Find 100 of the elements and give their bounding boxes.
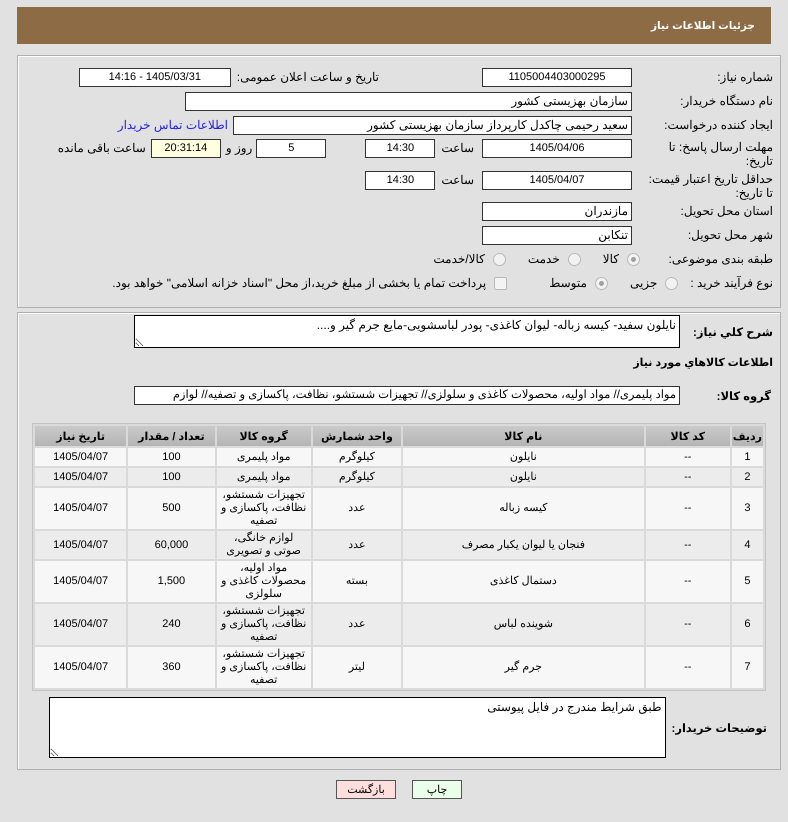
table-cell: 1405/04/07	[35, 488, 126, 529]
buyer-notes-field[interactable]: طبق شرایط مندرج در فایل پیوستی	[48, 697, 666, 758]
field-label: ساعت باقی مانده	[58, 140, 146, 157]
table-cell: --	[646, 531, 730, 559]
requester-field[interactable]: سعید رحیمی چاکدل کارپرداز سازمان بهزیستی کشور	[233, 116, 632, 134]
back-button[interactable]: بازگشت	[336, 780, 396, 799]
field-label: حداقل تاریخ اعتبار قیمت: تا تاریخ:	[648, 172, 773, 200]
table-cell: 240	[128, 604, 215, 645]
table-cell: فنجان یا لیوان یکبار مصرف	[403, 531, 644, 559]
table-cell: عدد	[312, 531, 402, 559]
table-cell: 500	[128, 488, 215, 529]
table-cell: کیلوگرم	[312, 448, 402, 466]
table-cell: تجهیزات شستشو، نظافت، پاکسازی و تصفیه	[216, 647, 311, 688]
table-cell: تجهیزات شستشو، نظافت، پاکسازی و تصفیه	[216, 488, 311, 529]
table-cell: کیسه زباله	[403, 488, 644, 529]
table-cell: 1,500	[128, 561, 215, 602]
announce-date-field[interactable]: 1405/03/31 - 14:16	[78, 68, 231, 86]
radio-button[interactable]	[665, 276, 678, 290]
field-label: مهلت ارسال پاسخ: تا تاریخ:	[668, 140, 773, 168]
table-cell: مواد پلیمری	[216, 448, 311, 466]
field-label: شهر محل تحویل:	[686, 228, 773, 242]
print-button[interactable]: چاپ	[412, 780, 462, 799]
table-cell: 1405/04/07	[35, 647, 126, 688]
table-cell: --	[646, 561, 730, 602]
city-field[interactable]: تنکابن	[482, 226, 632, 244]
field-label: استان محل تحویل:	[680, 204, 773, 218]
days-field[interactable]: 5	[256, 139, 326, 158]
table-cell: مواد پلیمری	[216, 468, 311, 486]
table-cell: 1405/04/07	[35, 531, 126, 559]
table-cell: عدد	[312, 488, 402, 529]
table-cell: 1405/04/07	[35, 468, 126, 486]
table-cell: 60,000	[128, 531, 215, 559]
radio-label: خدمت	[528, 252, 560, 266]
radio-button[interactable]	[627, 252, 640, 266]
column-header[interactable]: واحد شمارش	[312, 426, 402, 446]
field-label: ایجاد کننده درخواست:	[663, 118, 773, 132]
table-cell: 2	[732, 468, 763, 486]
time-field[interactable]: 14:30	[365, 171, 436, 190]
summary-field[interactable]: نایلون سفید- کیسه زباله- لیوان کاغذی- پودر لباسشویی-مایع جرم گیر و....	[134, 315, 680, 348]
table-cell: 360	[128, 647, 215, 688]
province-field[interactable]: مازندران	[482, 202, 632, 220]
table-cell: 6	[732, 604, 763, 645]
remaining-time-field[interactable]: 20:31:14	[150, 139, 221, 158]
radio-button[interactable]	[492, 252, 506, 266]
table-cell: کیلوگرم	[312, 468, 402, 486]
table-cell: 1	[732, 448, 763, 466]
buyer-org-field[interactable]: سازمان بهزیستی کشور	[185, 92, 632, 110]
field-label: توضیحات خریدار:	[672, 722, 767, 734]
field-label: نام دستگاه خریدار:	[679, 94, 773, 108]
buyer-contact-link[interactable]: اطلاعات تماس خریدار	[118, 118, 228, 132]
radio-label: متوسط	[549, 276, 587, 290]
field-label: تاریخ و ساعت اعلان عمومی:	[236, 70, 379, 84]
table-cell: دستمال کاغذی	[403, 561, 644, 602]
table-cell: 5	[732, 561, 763, 602]
radio-button[interactable]	[568, 252, 581, 266]
goods-group-field[interactable]: مواد پلیمری// مواد اولیه، محصولات کاغذی و سلولزی// تجهیزات شستشو، نظافت، پاکسازی و تصفیه// لوازم	[134, 386, 680, 405]
table-cell: 1405/04/07	[35, 448, 126, 466]
date-field[interactable]: 1405/04/06	[482, 139, 632, 158]
table-cell: نایلون	[403, 448, 644, 466]
need-number-field[interactable]: 1105004403000295	[482, 68, 632, 86]
table-cell: --	[646, 604, 730, 645]
table-cell: 7	[732, 647, 763, 688]
table-cell: لیتر	[312, 647, 402, 688]
time-field[interactable]: 14:30	[365, 139, 436, 158]
column-header[interactable]: کد کالا	[646, 426, 730, 446]
date-field[interactable]: 1405/04/07	[482, 171, 632, 190]
section-title: اطلاعات كالاهاي مورد نياز	[632, 356, 774, 369]
radio-label: کالا	[602, 252, 619, 266]
table-cell: --	[646, 468, 730, 486]
table-cell: 1405/04/07	[35, 561, 126, 602]
table-cell: 100	[128, 468, 215, 486]
table-cell: --	[646, 488, 730, 529]
column-header[interactable]: گروه کالا	[216, 426, 311, 446]
field-label: طبقه بندی موضوعی:	[667, 252, 773, 266]
table-cell: نایلون	[403, 468, 644, 486]
column-header[interactable]: تاریخ نیاز	[35, 426, 126, 446]
field-label: ساعت	[441, 172, 474, 189]
field-label: گروه کالا:	[716, 388, 771, 402]
field-label: ساعت	[441, 140, 474, 157]
table-cell: 4	[732, 531, 763, 559]
table-cell: بسته	[312, 561, 402, 602]
table-cell: جرم گیر	[403, 647, 644, 688]
table-cell: تجهیزات شستشو، نظافت، پاکسازی و تصفیه	[216, 604, 311, 645]
table-cell: مواد اولیه، محصولات کاغذی و سلولزی	[216, 561, 311, 602]
field-label: شرح كلي نياز:	[692, 326, 773, 338]
column-header[interactable]: تعداد / مقدار	[128, 426, 215, 446]
column-header[interactable]: ردیف	[732, 426, 763, 446]
page-title: جزئیات اطلاعات نیاز	[650, 20, 755, 32]
table-cell: --	[646, 448, 730, 466]
column-header[interactable]: نام کالا	[403, 426, 644, 446]
radio-label: کالا/خدمت	[433, 252, 485, 266]
table-cell: عدد	[312, 604, 402, 645]
table-cell: 3	[732, 488, 763, 529]
treasury-payment-text: پرداخت تمام یا بخشی از مبلغ خرید،از محل "اسناد خزانه اسلامی" خواهد بود.	[112, 276, 486, 290]
field-label: نوع فرآیند خرید :	[690, 276, 773, 290]
field-label: شماره نیاز:	[716, 70, 773, 84]
table-cell: 100	[128, 448, 215, 466]
radio-button[interactable]	[594, 276, 608, 290]
table-cell: شوینده لباس	[403, 604, 644, 645]
checkbox[interactable]	[494, 276, 508, 290]
